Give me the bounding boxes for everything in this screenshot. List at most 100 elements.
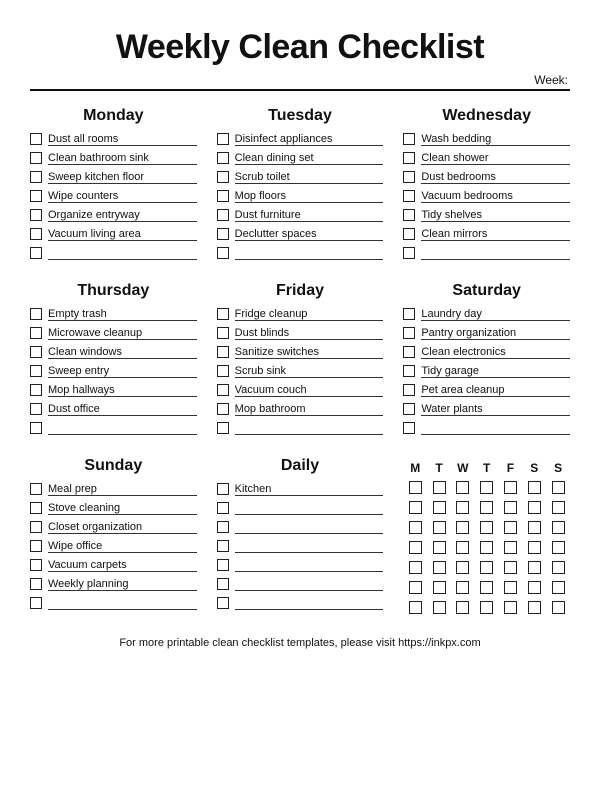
checkbox-icon[interactable]: [30, 384, 42, 396]
checkbox-icon[interactable]: [409, 561, 422, 574]
task-label[interactable]: Meal prep: [48, 483, 197, 496]
checkbox-icon[interactable]: [433, 501, 446, 514]
task-label[interactable]: Dust furniture: [235, 209, 384, 222]
checkbox-icon[interactable]: [217, 190, 229, 202]
task-label[interactable]: Organize entryway: [48, 209, 197, 222]
task-label[interactable]: Wipe office: [48, 540, 197, 553]
checkbox-icon[interactable]: [504, 521, 517, 534]
checkbox-icon[interactable]: [480, 581, 493, 594]
task-label[interactable]: Fridge cleanup: [235, 308, 384, 321]
checkbox-icon[interactable]: [403, 133, 415, 145]
checkbox-icon[interactable]: [480, 521, 493, 534]
task-label[interactable]: Scrub toilet: [235, 171, 384, 184]
checkbox-icon[interactable]: [409, 481, 422, 494]
checkbox-icon[interactable]: [30, 540, 42, 552]
checkbox-icon[interactable]: [217, 346, 229, 358]
checkbox-icon[interactable]: [217, 422, 229, 434]
checkbox-icon[interactable]: [456, 541, 469, 554]
checkbox-icon[interactable]: [456, 581, 469, 594]
checkbox-icon[interactable]: [217, 540, 229, 552]
checkbox-icon[interactable]: [456, 501, 469, 514]
checkbox-icon[interactable]: [217, 502, 229, 514]
checkbox-icon[interactable]: [217, 403, 229, 415]
task-label[interactable]: [235, 522, 384, 534]
checkbox-icon[interactable]: [217, 228, 229, 240]
checkbox-icon[interactable]: [480, 561, 493, 574]
checkbox-icon[interactable]: [30, 403, 42, 415]
task-label[interactable]: Clean shower: [421, 152, 570, 165]
task-label[interactable]: Clean electronics: [421, 346, 570, 359]
task-label[interactable]: Dust all rooms: [48, 133, 197, 146]
task-label[interactable]: [235, 423, 384, 435]
checkbox-icon[interactable]: [552, 581, 565, 594]
checkbox-icon[interactable]: [217, 308, 229, 320]
task-label[interactable]: [235, 579, 384, 591]
checkbox-icon[interactable]: [552, 521, 565, 534]
checkbox-icon[interactable]: [217, 578, 229, 590]
checkbox-icon[interactable]: [217, 171, 229, 183]
task-label[interactable]: Laundry day: [421, 308, 570, 321]
task-label[interactable]: Closet organization: [48, 521, 197, 534]
checkbox-icon[interactable]: [403, 384, 415, 396]
checkbox-icon[interactable]: [504, 481, 517, 494]
checkbox-icon[interactable]: [403, 308, 415, 320]
checkbox-icon[interactable]: [403, 403, 415, 415]
task-label[interactable]: Sweep entry: [48, 365, 197, 378]
checkbox-icon[interactable]: [30, 559, 42, 571]
task-label[interactable]: [235, 598, 384, 610]
checkbox-icon[interactable]: [30, 346, 42, 358]
task-label[interactable]: Pantry organization: [421, 327, 570, 340]
checkbox-icon[interactable]: [504, 541, 517, 554]
checkbox-icon[interactable]: [30, 133, 42, 145]
checkbox-icon[interactable]: [403, 152, 415, 164]
task-label[interactable]: Vacuum couch: [235, 384, 384, 397]
task-label[interactable]: Stove cleaning: [48, 502, 197, 515]
task-label[interactable]: [235, 248, 384, 260]
task-label[interactable]: [235, 541, 384, 553]
checkbox-icon[interactable]: [528, 541, 541, 554]
checkbox-icon[interactable]: [217, 521, 229, 533]
checkbox-icon[interactable]: [30, 228, 42, 240]
task-label[interactable]: Disinfect appliances: [235, 133, 384, 146]
task-label[interactable]: [48, 423, 197, 435]
checkbox-icon[interactable]: [456, 481, 469, 494]
checkbox-icon[interactable]: [403, 209, 415, 221]
task-label[interactable]: Wash bedding: [421, 133, 570, 146]
task-label[interactable]: Declutter spaces: [235, 228, 384, 241]
checkbox-icon[interactable]: [217, 152, 229, 164]
checkbox-icon[interactable]: [480, 601, 493, 614]
checkbox-icon[interactable]: [30, 365, 42, 377]
checkbox-icon[interactable]: [504, 501, 517, 514]
checkbox-icon[interactable]: [403, 228, 415, 240]
checkbox-icon[interactable]: [30, 483, 42, 495]
checkbox-icon[interactable]: [30, 521, 42, 533]
task-label[interactable]: Tidy garage: [421, 365, 570, 378]
checkbox-icon[interactable]: [30, 247, 42, 259]
task-label[interactable]: Clean dining set: [235, 152, 384, 165]
checkbox-icon[interactable]: [30, 171, 42, 183]
checkbox-icon[interactable]: [528, 581, 541, 594]
checkbox-icon[interactable]: [403, 247, 415, 259]
checkbox-icon[interactable]: [217, 365, 229, 377]
checkbox-icon[interactable]: [456, 601, 469, 614]
checkbox-icon[interactable]: [30, 327, 42, 339]
checkbox-icon[interactable]: [30, 597, 42, 609]
checkbox-icon[interactable]: [217, 327, 229, 339]
task-label[interactable]: [48, 248, 197, 260]
task-label[interactable]: Dust office: [48, 403, 197, 416]
checkbox-icon[interactable]: [433, 601, 446, 614]
task-label[interactable]: Empty trash: [48, 308, 197, 321]
task-label[interactable]: Mop bathroom: [235, 403, 384, 416]
checkbox-icon[interactable]: [403, 190, 415, 202]
task-label[interactable]: Clean windows: [48, 346, 197, 359]
task-label[interactable]: Tidy shelves: [421, 209, 570, 222]
checkbox-icon[interactable]: [217, 384, 229, 396]
task-label[interactable]: Vacuum living area: [48, 228, 197, 241]
task-label[interactable]: Dust blinds: [235, 327, 384, 340]
checkbox-icon[interactable]: [528, 501, 541, 514]
task-label[interactable]: Water plants: [421, 403, 570, 416]
checkbox-icon[interactable]: [433, 541, 446, 554]
checkbox-icon[interactable]: [30, 190, 42, 202]
task-label[interactable]: Dust bedrooms: [421, 171, 570, 184]
checkbox-icon[interactable]: [480, 541, 493, 554]
